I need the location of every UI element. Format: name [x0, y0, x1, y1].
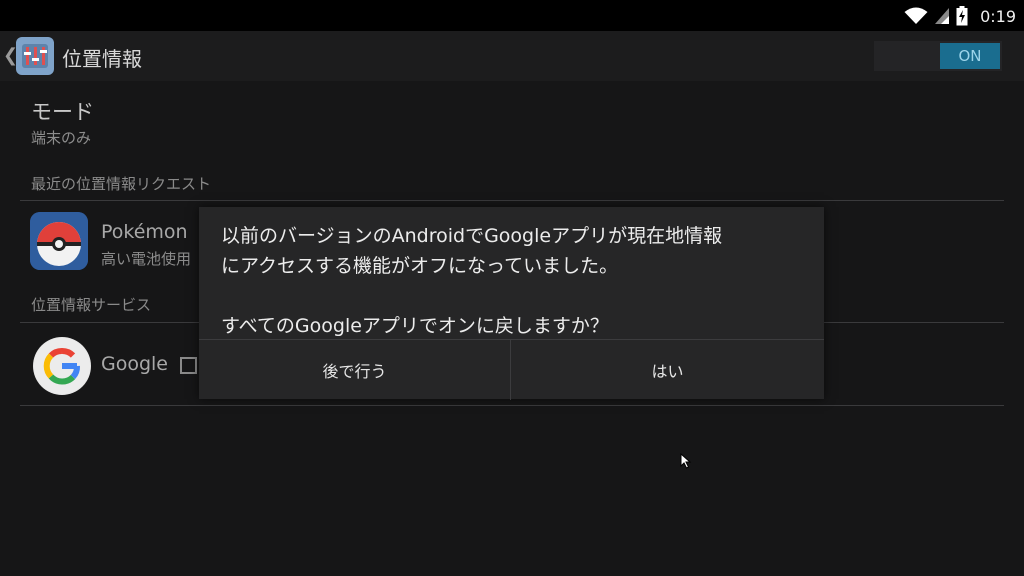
mode-summary: 端末のみ	[31, 129, 92, 147]
android-screen: 0:19 ❮ 位置情報 ON モード 端末のみ 最近の位置情報リクエスト Pok…	[0, 0, 1024, 576]
wifi-icon	[904, 7, 928, 24]
status-time: 0:19	[980, 6, 1016, 26]
page-title: 位置情報	[62, 47, 142, 71]
location-settings-icon[interactable]	[16, 37, 54, 75]
list-item-title: Pokémon	[101, 221, 188, 243]
action-bar: ❮ 位置情報 ON	[0, 31, 1024, 81]
confirm-dialog: 以前のバージョンのAndroidでGoogleアプリが現在地情報 にアクセスする…	[199, 207, 824, 400]
battery-charging-icon	[956, 6, 968, 26]
list-item-title: Google	[101, 353, 169, 375]
later-button[interactable]: 後で行う	[199, 340, 510, 400]
recent-requests-header: 最近の位置情報リクエスト	[31, 175, 212, 193]
divider	[20, 200, 1004, 201]
pokeball-icon	[30, 212, 88, 270]
status-bar: 0:19	[0, 0, 1024, 31]
cellular-signal-icon	[935, 8, 950, 24]
dialog-message: 以前のバージョンのAndroidでGoogleアプリが現在地情報 にアクセスする…	[221, 225, 723, 337]
divider	[20, 405, 1004, 406]
location-services-header: 位置情報サービス	[31, 296, 152, 314]
status-icons: 0:19	[904, 4, 1016, 28]
location-toggle-on-label[interactable]: ON	[940, 43, 1000, 69]
list-item-subtitle: 高い電池使用	[101, 250, 192, 268]
dialog-button-bar: 後で行う はい	[199, 339, 824, 400]
mode-title: モード	[31, 100, 94, 124]
mouse-cursor-icon	[680, 453, 692, 469]
google-icon	[33, 337, 91, 395]
checkbox-icon[interactable]	[180, 357, 197, 374]
yes-button[interactable]: はい	[511, 340, 824, 400]
